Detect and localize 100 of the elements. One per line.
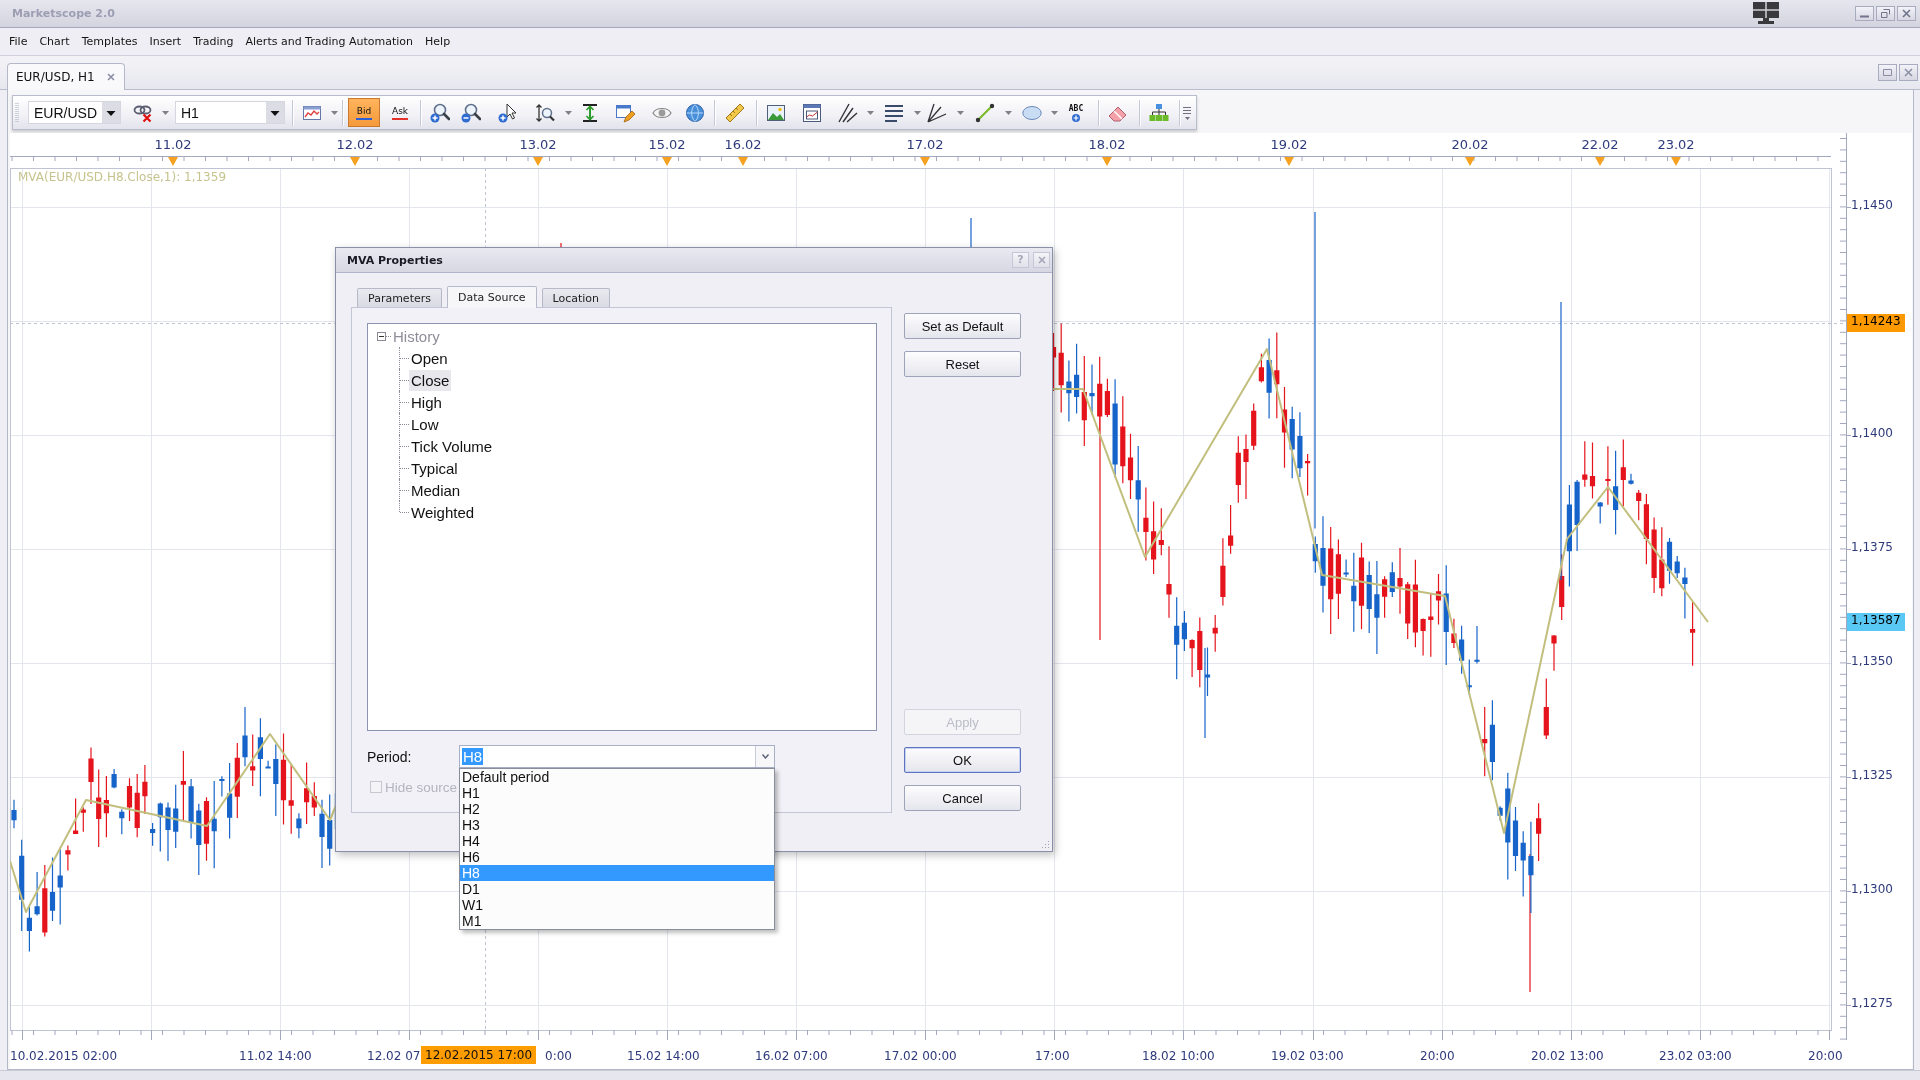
triangle-icon	[350, 157, 360, 166]
cursor-plus-icon[interactable]	[498, 102, 518, 123]
indicator-legend: MVA(EUR/USD.H8.Close,1): 1,1359	[18, 169, 227, 185]
time-label: 16.02 07:00	[755, 1048, 828, 1064]
restore-icon	[1883, 68, 1892, 77]
close-icon[interactable]	[106, 73, 115, 81]
dropdown-option[interactable]: Default period	[460, 769, 774, 785]
close-button[interactable]	[1899, 64, 1918, 81]
price-toggle-button[interactable]: Ask	[384, 98, 416, 127]
vertical-arrows-icon[interactable]	[580, 102, 600, 123]
dropdown-option[interactable]: H4	[460, 833, 774, 849]
ruler-icon[interactable]	[725, 102, 745, 123]
triangle-icon	[1671, 157, 1681, 166]
date-label: 19.02	[1270, 137, 1308, 153]
document-tab[interactable]: EUR/USD, H1	[7, 63, 125, 90]
dropdown-option[interactable]: H2	[460, 801, 774, 817]
menu-item[interactable]: Templates	[75, 32, 144, 51]
dialog-button[interactable]: OK	[904, 747, 1021, 773]
close-button[interactable]	[1033, 252, 1050, 268]
dropdown-option[interactable]: H3	[460, 817, 774, 833]
dropdown-option[interactable]: H6	[460, 849, 774, 865]
window-chart-icon[interactable]	[802, 102, 822, 123]
price-label: 1,1325	[1850, 768, 1894, 784]
fan-lines-icon[interactable]	[927, 102, 947, 123]
dropdown-option[interactable]: H1	[460, 785, 774, 801]
price-label: 1,1300	[1850, 882, 1894, 898]
menu-item[interactable]: Chart	[33, 32, 76, 51]
lines-list-icon[interactable]	[884, 102, 904, 123]
arrow-magnifier-icon[interactable]	[535, 102, 555, 123]
dropdown-option[interactable]: M1	[460, 913, 774, 929]
triangle-icon	[738, 157, 748, 166]
date-label: 17.02	[906, 137, 944, 153]
price-tag: 1,14243	[1847, 314, 1905, 332]
date-label: 13.02	[519, 137, 557, 153]
menu-item[interactable]: Insert	[143, 32, 188, 51]
price-tag: 1,13587	[1847, 613, 1905, 631]
time-label: 10.02.2015 02:00	[10, 1048, 118, 1064]
picture-icon[interactable]	[766, 102, 786, 123]
triangle-icon	[920, 157, 930, 166]
minimize-button[interactable]	[1855, 6, 1874, 21]
restore-button[interactable]	[1876, 6, 1895, 21]
symbol-dropdown[interactable]: EUR/USD	[28, 101, 121, 124]
price-toggle-button[interactable]: Bid	[348, 98, 380, 127]
line-segment-icon[interactable]	[975, 102, 995, 123]
date-label: 16.02	[724, 137, 762, 153]
caret-icon[interactable]	[102, 102, 120, 123]
globe-icon[interactable]	[685, 102, 705, 123]
resize-grip-icon[interactable]	[1041, 840, 1050, 849]
dialog-button[interactable]: Cancel	[904, 785, 1021, 811]
timeframe-dropdown[interactable]: H1	[175, 101, 285, 124]
time-label: 19.02 03:00	[1271, 1048, 1344, 1064]
window-pencil-icon[interactable]	[615, 102, 635, 123]
dialog-button[interactable]: Reset	[904, 351, 1021, 377]
plus-icon	[1072, 113, 1080, 122]
time-label: 20:00	[1808, 1048, 1843, 1064]
overflow-icon[interactable]	[1183, 104, 1192, 121]
time-label: 18.02 10:00	[1142, 1048, 1215, 1064]
triangle-icon	[1284, 157, 1294, 166]
period-label: Period:	[367, 748, 413, 765]
triangle-icon	[1595, 157, 1605, 166]
tab[interactable]: Location	[541, 288, 611, 307]
dropdown-option[interactable]: W1	[460, 897, 774, 913]
app-title: Marketscope 2.0	[12, 7, 115, 20]
triangle-icon	[1465, 157, 1475, 166]
price-label: 1,1350	[1850, 654, 1894, 670]
menu-item[interactable]: Trading	[187, 32, 240, 51]
tab[interactable]: Data Source	[446, 286, 537, 308]
checkbox-label: Hide source	[385, 779, 458, 795]
price-label: 1,1400	[1850, 426, 1894, 442]
date-label: 15.02	[648, 137, 686, 153]
time-label: 17.02 00:00	[884, 1048, 957, 1064]
date-label: 23.02	[1657, 137, 1695, 153]
menu-item[interactable]: Help	[419, 32, 457, 51]
hierarchy-icon[interactable]	[1149, 102, 1169, 123]
menu-item[interactable]: File	[3, 32, 34, 51]
close-icon	[1037, 256, 1046, 264]
zoom-in-icon[interactable]	[430, 102, 450, 123]
text-tool-button[interactable]: ABC	[1066, 103, 1086, 122]
restore-button[interactable]	[1878, 64, 1897, 81]
zoom-out-icon[interactable]	[461, 102, 481, 123]
close-button[interactable]	[1897, 6, 1916, 21]
close-icon	[1902, 9, 1911, 18]
date-label: 18.02	[1088, 137, 1126, 153]
close-icon	[1904, 68, 1913, 77]
tab[interactable]: Parameters	[357, 288, 442, 307]
date-label: 11.02	[154, 137, 192, 153]
caret-icon[interactable]	[266, 102, 284, 123]
time-label: 15.02 14:00	[627, 1048, 700, 1064]
menu-item[interactable]: Alerts and Trading Automation	[239, 32, 420, 51]
triangle-icon	[662, 157, 672, 166]
monitor-icon[interactable]	[1752, 2, 1780, 24]
caret-icon[interactable]	[761, 754, 769, 759]
time-tag: 12.02.2015 17:00	[421, 1046, 537, 1064]
fork-lines-icon[interactable]	[838, 102, 858, 123]
time-label: 20:00	[1420, 1048, 1455, 1064]
dialog-button[interactable]: Set as Default	[904, 313, 1021, 339]
triangle-icon	[168, 157, 178, 166]
dropdown-option[interactable]: D1	[460, 881, 774, 897]
grip-icon[interactable]	[15, 101, 19, 124]
date-label: 22.02	[1581, 137, 1619, 153]
